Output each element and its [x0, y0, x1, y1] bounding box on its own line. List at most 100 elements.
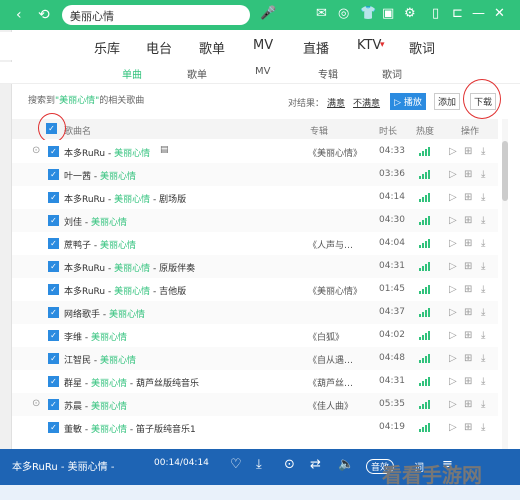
play-icon[interactable]: ▷: [449, 215, 457, 226]
row-checkbox[interactable]: ✓: [48, 376, 59, 387]
table-row[interactable]: ✓ 江智民 - 美丽心情 《自从遇… 04:48 ▷ ⊞ ⤓: [12, 347, 498, 370]
add-icon[interactable]: ⊞: [464, 261, 472, 272]
play-icon[interactable]: ▷: [449, 353, 457, 364]
song-name[interactable]: 刘佳 - 美丽心情: [64, 215, 127, 228]
play-icon[interactable]: ▷: [449, 307, 457, 318]
song-name[interactable]: 江智民 - 美丽心情: [64, 353, 136, 366]
row-checkbox[interactable]: ✓: [48, 330, 59, 341]
download-icon[interactable]: ⤓: [481, 215, 485, 226]
more-icon[interactable]: ⊙: [284, 457, 295, 472]
mobile-icon[interactable]: ▯: [432, 6, 439, 21]
download-icon[interactable]: ⤓: [481, 261, 485, 272]
subtab-playlist[interactable]: 歌单: [187, 66, 207, 81]
download-icon[interactable]: ⤓: [481, 422, 485, 433]
add-icon[interactable]: ⊞: [464, 307, 472, 318]
mv-icon[interactable]: ▤: [160, 145, 169, 155]
expand-icon[interactable]: ⊙: [32, 398, 40, 409]
table-row[interactable]: ✓ 李维 - 美丽心情 《白狐》 04:02 ▷ ⊞ ⤓: [12, 324, 498, 347]
download-icon[interactable]: ⤓: [481, 376, 485, 387]
tab-library[interactable]: 乐库: [94, 38, 120, 57]
microphone-icon[interactable]: 🎤: [260, 6, 276, 21]
download-icon[interactable]: ⤓: [481, 238, 485, 249]
add-icon[interactable]: ⊞: [464, 169, 472, 180]
download-icon[interactable]: ⤓: [481, 307, 485, 318]
song-name[interactable]: 本多RuRu - 美丽心情: [64, 146, 150, 159]
download-icon[interactable]: ⤓: [256, 457, 262, 472]
row-checkbox[interactable]: ✓: [48, 169, 59, 180]
row-checkbox[interactable]: ✓: [48, 238, 59, 249]
song-name[interactable]: 叶一茜 - 美丽心情: [64, 169, 136, 182]
tab-playlist[interactable]: 歌单: [199, 38, 225, 57]
search-input[interactable]: 美丽心情 ⌕: [62, 5, 250, 25]
song-name[interactable]: 李维 - 美丽心情: [64, 330, 127, 343]
row-checkbox[interactable]: ✓: [48, 284, 59, 295]
scrollbar-thumb[interactable]: [502, 141, 508, 201]
album-name[interactable]: 《美丽心情》: [308, 146, 362, 159]
tab-radio[interactable]: 电台: [146, 38, 172, 57]
table-row[interactable]: ✓ 蔗鸭子 - 美丽心情 《人声与… 04:04 ▷ ⊞ ⤓: [12, 232, 498, 255]
table-row[interactable]: ✓ 群星 - 美丽心情 - 葫芦丝版纯音乐 《葫芦丝… 04:31 ▷ ⊞ ⤓: [12, 370, 498, 393]
song-name[interactable]: 网络歌手 - 美丽心情: [64, 307, 145, 320]
add-icon[interactable]: ⊞: [464, 399, 472, 410]
download-icon[interactable]: ⤓: [481, 192, 485, 203]
skin-icon[interactable]: 👕: [360, 6, 376, 21]
satisfied-link[interactable]: 满意: [327, 96, 345, 109]
add-icon[interactable]: ⊞: [464, 284, 472, 295]
song-name[interactable]: 本多RuRu - 美丽心情 - 原版伴奏: [64, 261, 195, 274]
table-row[interactable]: ⊙ ✓ 苏晨 - 美丽心情 《佳人曲》 05:35 ▷ ⊞ ⤓: [12, 393, 498, 416]
close-icon[interactable]: ✕: [494, 6, 505, 21]
table-row[interactable]: ✓ 叶一茜 - 美丽心情 03:36 ▷ ⊞ ⤓: [12, 163, 498, 186]
play-icon[interactable]: ▷: [449, 284, 457, 295]
album-name[interactable]: 《葫芦丝…: [308, 376, 353, 389]
table-row[interactable]: ✓ 本多RuRu - 美丽心情 - 吉他版 《美丽心情》 01:45 ▷ ⊞ ⤓: [12, 278, 498, 301]
add-icon[interactable]: ⊞: [464, 192, 472, 203]
add-icon[interactable]: ⊞: [464, 353, 472, 364]
expand-icon[interactable]: ⊙: [32, 145, 40, 156]
download-icon[interactable]: ⤓: [481, 146, 485, 157]
album-name[interactable]: 《佳人曲》: [308, 399, 353, 412]
minimize-icon[interactable]: —: [472, 6, 485, 21]
table-row[interactable]: ✓ 董敏 - 美丽心情 - 笛子版纯音乐1 04:19 ▷ ⊞ ⤓: [12, 416, 498, 439]
song-name[interactable]: 董敏 - 美丽心情 - 笛子版纯音乐1: [64, 422, 196, 435]
song-name[interactable]: 本多RuRu - 美丽心情 - 吉他版: [64, 284, 186, 297]
game-icon[interactable]: ◎: [338, 6, 349, 21]
repeat-icon[interactable]: ⇄: [310, 457, 321, 472]
add-button[interactable]: 添加: [434, 93, 460, 110]
play-icon[interactable]: ▷: [449, 192, 457, 203]
add-icon[interactable]: ⊞: [464, 238, 472, 249]
song-name[interactable]: 本多RuRu - 美丽心情 - 剧场版: [64, 192, 186, 205]
album-name[interactable]: 《自从遇…: [308, 353, 353, 366]
song-name[interactable]: 群星 - 美丽心情 - 葫芦丝版纯音乐: [64, 376, 199, 389]
table-row[interactable]: ✓ 刘佳 - 美丽心情 04:30 ▷ ⊞ ⤓: [12, 209, 498, 232]
table-row[interactable]: ⊙ ✓ 本多RuRu - 美丽心情 ▤ 《美丽心情》 04:33 ▷ ⊞ ⤓: [12, 140, 498, 163]
play-icon[interactable]: ▷: [449, 399, 457, 410]
play-icon[interactable]: ▷: [449, 376, 457, 387]
play-icon[interactable]: ▷: [449, 146, 457, 157]
add-icon[interactable]: ⊞: [464, 146, 472, 157]
search-icon[interactable]: ⌕: [70, 7, 242, 22]
volume-icon[interactable]: 🔈: [338, 457, 354, 472]
play-icon[interactable]: ▷: [449, 238, 457, 249]
refresh-icon[interactable]: ⟲: [38, 7, 50, 23]
album-name[interactable]: 《人声与…: [308, 238, 353, 251]
subtab-album[interactable]: 专辑: [318, 66, 338, 81]
song-name[interactable]: 苏晨 - 美丽心情: [64, 399, 127, 412]
back-icon[interactable]: ‹: [16, 7, 22, 23]
tab-mv[interactable]: MV: [253, 38, 273, 53]
row-checkbox[interactable]: ✓: [48, 399, 59, 410]
mini-mode-icon[interactable]: ⊏: [452, 6, 463, 21]
play-icon[interactable]: ▷: [449, 330, 457, 341]
settings-icon[interactable]: ⚙: [404, 6, 416, 21]
add-icon[interactable]: ⊞: [464, 215, 472, 226]
table-row[interactable]: ✓ 网络歌手 - 美丽心情 04:37 ▷ ⊞ ⤓: [12, 301, 498, 324]
subtab-lyrics[interactable]: 歌词: [382, 66, 402, 81]
table-row[interactable]: ✓ 本多RuRu - 美丽心情 - 原版伴奏 04:31 ▷ ⊞ ⤓: [12, 255, 498, 278]
download-icon[interactable]: ⤓: [481, 284, 485, 295]
play-icon[interactable]: ▷: [449, 422, 457, 433]
download-icon[interactable]: ⤓: [481, 399, 485, 410]
app-icon[interactable]: ▣: [382, 6, 394, 21]
add-icon[interactable]: ⊞: [464, 422, 472, 433]
download-icon[interactable]: ⤓: [481, 330, 485, 341]
tab-ktv[interactable]: KTV: [357, 38, 381, 53]
row-checkbox[interactable]: ✓: [48, 353, 59, 364]
